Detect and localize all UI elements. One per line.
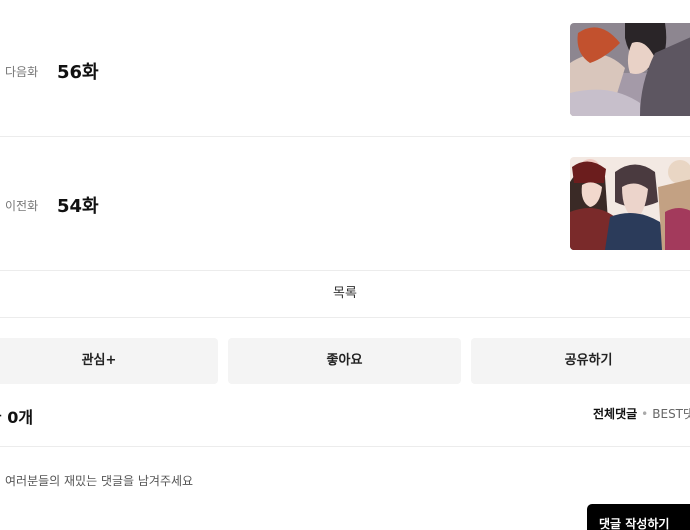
write-comment-button[interactable]: 댓글 작성하기 [587,504,690,530]
prev-episode-row[interactable]: 이전화 54화 [0,137,690,271]
comment-sort-tabs: 전체댓글 • BEST댓 [593,405,690,422]
comment-input[interactable]: 여러분들의 재밌는 댓글을 남겨주세요 [5,472,193,489]
next-episode-kind: 다음화 [5,65,39,79]
next-episode-row[interactable]: 다음화 56화 [0,3,690,137]
prev-episode-thumbnail[interactable] [570,157,690,250]
episode-list-button[interactable]: 목록 [0,271,690,318]
prev-episode-kind: 이전화 [5,199,39,213]
like-button[interactable]: 좋아요 [228,338,461,384]
next-episode-title: 56화 [57,62,99,83]
favorite-button[interactable]: 관심+ [0,338,218,384]
share-button[interactable]: 공유하기 [471,338,690,384]
next-episode-thumbnail[interactable] [570,23,690,116]
sort-best-comments-tab[interactable]: BEST댓 [652,407,690,421]
sort-all-comments-tab[interactable]: 전체댓글 [593,407,637,421]
comment-header: 글 0개 전체댓글 •BEST댓 [0,400,690,447]
prev-episode-title: 54화 [57,196,99,217]
comment-count: 글 0개 [0,408,34,427]
sort-separator: • [641,407,649,421]
